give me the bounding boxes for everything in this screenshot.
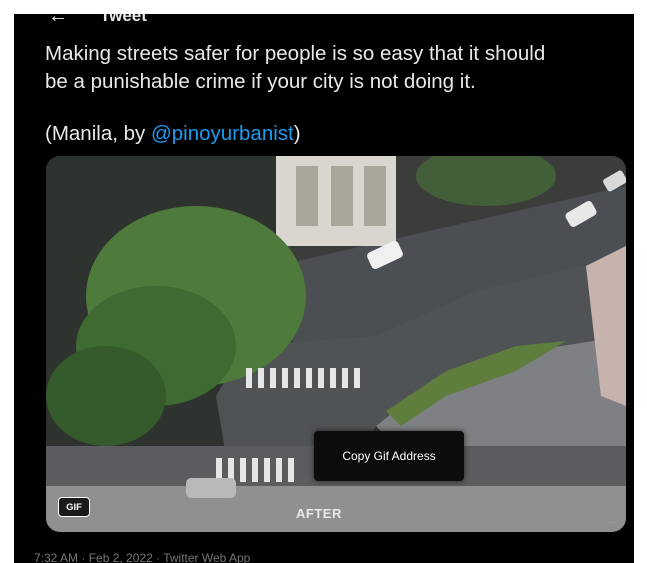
back-arrow-icon[interactable]: ← — [48, 14, 68, 26]
tweet-timestamp[interactable]: 7:32 AM · Feb 2, 2022 · Twitter Web App — [34, 551, 250, 563]
copy-gif-address-menu-item[interactable]: Copy Gif Address — [342, 449, 435, 463]
tweet-text-line: be a punishable crime if your city is no… — [45, 70, 476, 93]
gif-badge: GIF — [58, 497, 90, 517]
after-overlay-label: AFTER — [296, 506, 342, 521]
credit-suffix: ) — [293, 122, 301, 145]
mention-link[interactable]: @pinoyurbanist — [151, 122, 294, 145]
tweet-header: ← Tweet — [14, 14, 634, 28]
media-watermark: ······ — [606, 520, 616, 526]
tweet-text-line: Making streets safer for people is so ea… — [45, 42, 546, 65]
tweet-detail-view: ← Tweet Making streets safer for people … — [14, 14, 634, 563]
page-title: Tweet — [100, 14, 147, 25]
tweet-credit: (Manila, by @pinoyurbanist) — [45, 122, 301, 146]
context-menu: Copy Gif Address — [314, 431, 464, 481]
credit-prefix: (Manila, by — [45, 122, 151, 145]
tweet-media-gif[interactable]: GIF AFTER ······ Copy Gif Address — [46, 156, 626, 532]
tweet-text: Making streets safer for people is so ea… — [45, 40, 634, 96]
